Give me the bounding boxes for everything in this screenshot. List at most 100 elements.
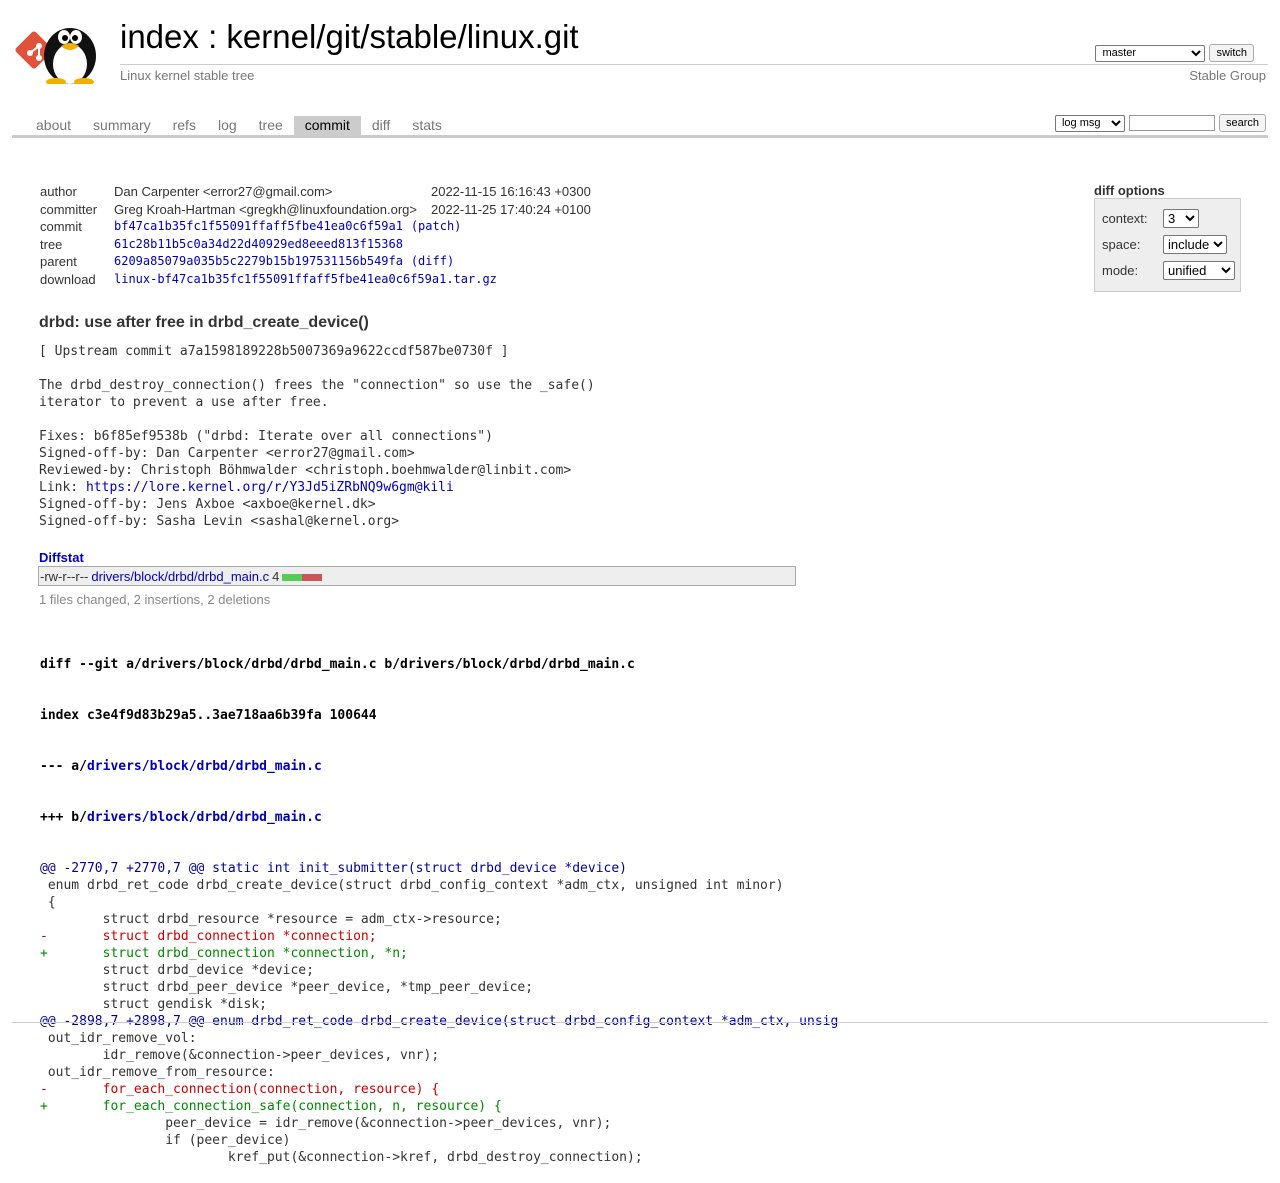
commit-message-text: Signed-off-by: Dan Carpenter <error27@gm…	[39, 446, 415, 461]
tree-hash-link[interactable]: 61c28b11b5c0a34d22d40929ed8eeed813f15368	[114, 237, 403, 251]
commit-message-line: Fixes: b6f85ef9538b ("drbd: Iterate over…	[39, 428, 595, 445]
diff-del-line: - struct drbd_connection *connection;	[40, 929, 377, 944]
search-scope-select[interactable]: log msg	[1054, 114, 1125, 132]
diffstat-header[interactable]: Diffstat	[39, 550, 84, 565]
mode-option: mode: unified	[1102, 261, 1235, 280]
search-input[interactable]	[1128, 115, 1215, 131]
diffstat-table: -rw-r--r-- drivers/block/drbd/drbd_main.…	[38, 566, 796, 586]
diff-minus-file-line: --- a/drivers/block/drbd/drbd_main.c	[40, 758, 838, 775]
diff-plus-file-line: +++ b/drivers/block/drbd/drbd_main.c	[40, 809, 838, 826]
patch-link[interactable]: patch	[418, 219, 454, 233]
commit-message-line: Link: https://lore.kernel.org/r/Y3Jd5iZR…	[39, 479, 595, 496]
insertion-bar	[282, 573, 293, 581]
diff-ctx-line: struct gendisk *disk;	[40, 997, 267, 1012]
mode-select[interactable]: unified	[1163, 261, 1235, 280]
plus-prefix: +++ b/	[40, 810, 87, 825]
committer-date: 2022-11-25 17:40:24 +0100	[430, 201, 591, 217]
diffstat-bar-graph	[282, 569, 323, 584]
insertion-bar	[292, 573, 303, 581]
tree-row: tree 61c28b11b5c0a34d22d40929ed8eeed813f…	[36, 237, 595, 255]
parent-row: parent 6209a85079a035b5c2279b15b19753115…	[36, 254, 595, 272]
diff-view: diff --git a/drivers/block/drbd/drbd_mai…	[40, 622, 838, 1183]
commit-message-line: [ Upstream commit a7a1598189228b5007369a…	[39, 343, 595, 360]
context-select[interactable]: 3	[1163, 209, 1199, 228]
switch-button[interactable]: switch	[1209, 44, 1254, 62]
title-repo-link[interactable]: kernel/git/stable/linux.git	[226, 18, 578, 55]
title-separator: :	[208, 18, 218, 55]
minus-file-link[interactable]: drivers/block/drbd/drbd_main.c	[87, 759, 322, 774]
repo-description: Linux kernel stable tree	[120, 68, 255, 83]
tab-about[interactable]: about	[25, 116, 82, 135]
tab-commit[interactable]: commit	[293, 116, 361, 135]
author-row: author Dan Carpenter <error27@gmail.com>…	[36, 184, 595, 202]
commit-message-text: Link:	[39, 480, 86, 495]
commit-message-text: The drbd_destroy_connection() frees the …	[39, 378, 595, 393]
commit-message-line: Signed-off-by: Sasha Levin <sashal@kerne…	[39, 513, 595, 530]
committer-label: committer	[40, 201, 98, 217]
diff-ctx-line: out_idr_remove_from_resource:	[40, 1065, 275, 1080]
committer-value: Greg Kroah-Hartman <gregkh@linuxfoundati…	[114, 201, 417, 217]
diff-ctx-line: out_idr_remove_vol:	[40, 1031, 197, 1046]
diff-ctx-line: {	[40, 895, 56, 910]
commit-label: commit	[40, 219, 82, 235]
parent-label: parent	[40, 254, 77, 270]
download-row: download linux-bf47ca1b35fc1f55091ffaff5…	[36, 272, 595, 290]
branch-select[interactable]: master	[1095, 44, 1206, 62]
plus-file-link[interactable]: drivers/block/drbd/drbd_main.c	[87, 810, 322, 825]
branch-switch-form: master switch	[1095, 44, 1254, 62]
tree-label: tree	[40, 236, 63, 252]
patch-link-group: (patch)	[410, 219, 462, 234]
diff-ctx-line: struct drbd_device *device;	[40, 963, 314, 978]
diff-add-line: + struct drbd_connection *connection, *n…	[40, 946, 408, 961]
tab-summary[interactable]: summary	[82, 116, 162, 135]
mode-label: mode:	[1102, 263, 1139, 278]
diffstat-summary: 1 files changed, 2 insertions, 2 deletio…	[39, 592, 271, 607]
title-index-link[interactable]: index	[120, 18, 199, 55]
commit-message-line: iterator to prevent a use after free.	[39, 394, 595, 411]
commit-message-text: Reviewed-by: Christoph Böhmwalder <chris…	[39, 463, 572, 478]
search-button[interactable]: search	[1218, 114, 1266, 132]
download-link[interactable]: linux-bf47ca1b35fc1f55091ffaff5fbe41ea0c…	[114, 272, 497, 286]
git-tux-logo-icon[interactable]	[14, 12, 110, 86]
commit-row: commit bf47ca1b35fc1f55091ffaff5fbe41ea0…	[36, 219, 595, 237]
space-select[interactable]: include	[1163, 235, 1227, 254]
diff-link-group: (diff)	[410, 254, 455, 269]
tab-tree[interactable]: tree	[248, 116, 294, 135]
author-label: author	[40, 184, 77, 199]
diffstat-file-link[interactable]: drivers/block/drbd/drbd_main.c	[91, 569, 269, 584]
tab-log[interactable]: log	[207, 116, 248, 135]
lore-link[interactable]: https://lore.kernel.org/r/Y3Jd5iZRbNQ9w6…	[86, 480, 454, 495]
header-divider	[120, 64, 1268, 65]
download-value: linux-bf47ca1b35fc1f55091ffaff5fbe41ea0c…	[110, 272, 595, 290]
deletion-bar	[312, 573, 323, 581]
diff-ctx-line: enum drbd_ret_code drbd_create_device(st…	[40, 878, 784, 893]
commit-value: bf47ca1b35fc1f55091ffaff5fbe41ea0c6f59a1…	[110, 219, 595, 237]
commit-message-text: iterator to prevent a use after free.	[39, 395, 329, 410]
diff-options-panel: context: 3 space: include mode: unified	[1094, 198, 1241, 292]
diff-ctx-line: idr_remove(&connection->peer_devices, vn…	[40, 1048, 440, 1063]
deletion-bar	[302, 573, 313, 581]
commit-message-line: Signed-off-by: Jens Axboe <axboe@kernel.…	[39, 496, 595, 513]
commit-hash-link[interactable]: bf47ca1b35fc1f55091ffaff5fbe41ea0c6f59a1	[114, 219, 403, 233]
parent-diff-link[interactable]: diff	[418, 254, 447, 268]
tab-stats[interactable]: stats	[401, 116, 453, 135]
diffstat-file-mode: -rw-r--r--	[40, 568, 89, 584]
commit-message-line: The drbd_destroy_connection() frees the …	[39, 377, 595, 394]
commit-message-text: Signed-off-by: Jens Axboe <axboe@kernel.…	[39, 497, 376, 512]
parent-hash-link[interactable]: 6209a85079a035b5c2279b15b197531156b549fa	[114, 254, 403, 268]
diff-header-line: diff --git a/drivers/block/drbd/drbd_mai…	[40, 657, 635, 672]
context-label: context:	[1102, 211, 1148, 226]
minus-prefix: --- a/	[40, 759, 87, 774]
tab-diff[interactable]: diff	[361, 116, 401, 135]
commit-message-text: Fixes: b6f85ef9538b ("drbd: Iterate over…	[39, 429, 493, 444]
context-option: context: 3	[1102, 209, 1199, 228]
tab-refs[interactable]: refs	[162, 116, 207, 135]
diff-hunk-line: @@ -2770,7 +2770,7 @@ static int init_su…	[40, 861, 627, 876]
author-value: Dan Carpenter <error27@gmail.com>	[114, 184, 333, 199]
commit-message-line: Signed-off-by: Dan Carpenter <error27@gm…	[39, 445, 595, 462]
commit-subject: drbd: use after free in drbd_create_devi…	[39, 314, 369, 331]
diff-ctx-line: if (peer_device)	[40, 1133, 291, 1148]
commit-info-table: author Dan Carpenter <error27@gmail.com>…	[36, 184, 595, 290]
space-label: space:	[1102, 237, 1141, 252]
commit-message-text: [ Upstream commit a7a1598189228b5007369a…	[39, 344, 509, 359]
